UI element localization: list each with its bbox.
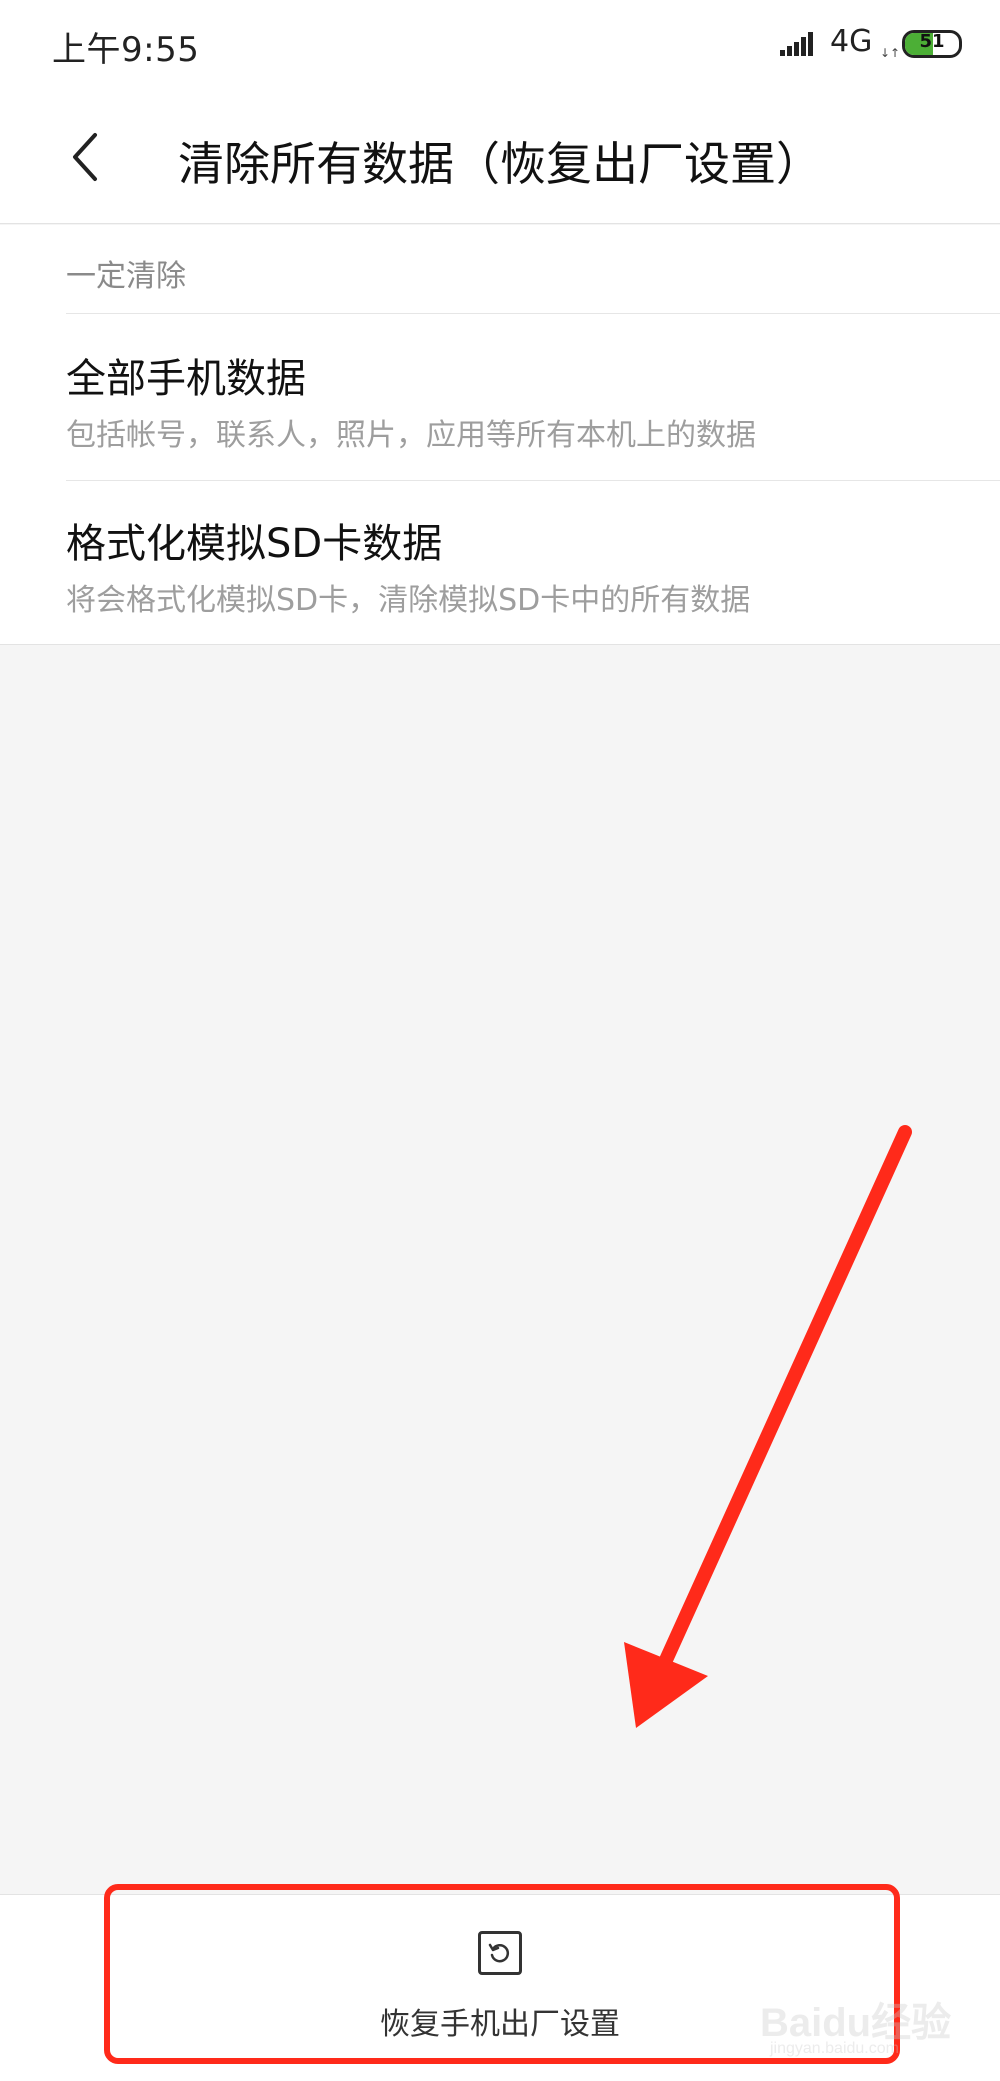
list-item-all-phone-data: 全部手机数据 包括帐号，联系人，照片，应用等所有本机上的数据 <box>0 314 1000 480</box>
battery-icon: 51 <box>902 30 962 58</box>
item-description: 将会格式化模拟SD卡，清除模拟SD卡中的所有数据 <box>66 583 751 618</box>
battery-level: 51 <box>919 31 945 52</box>
item-title: 格式化模拟SD卡数据 <box>66 521 443 567</box>
item-title: 全部手机数据 <box>66 356 306 402</box>
status-time: 上午9:55 <box>52 30 200 70</box>
item-description: 包括帐号，联系人，照片，应用等所有本机上的数据 <box>66 418 756 453</box>
status-bar: 上午9:55 4G ↓↑ 51 <box>0 0 1000 92</box>
watermark-subtext: jingyan.baidu.com <box>770 2040 899 2057</box>
network-activity-icon: ↓↑ <box>880 46 901 60</box>
list-item-format-sd-card: 格式化模拟SD卡数据 将会格式化模拟SD卡，清除模拟SD卡中的所有数据 <box>0 481 1000 647</box>
factory-reset-label: 恢复手机出厂设置 <box>380 2007 620 2042</box>
content-card: 一定清除 全部手机数据 包括帐号，联系人，照片，应用等所有本机上的数据 格式化模… <box>0 225 1000 645</box>
section-label: 一定清除 <box>66 259 186 294</box>
header: 清除所有数据（恢复出厂设置） <box>0 92 1000 224</box>
watermark-logo: Baidu经验 jingyan.baidu.com <box>760 1990 960 2070</box>
reset-icon <box>478 1931 522 1975</box>
network-type: 4G <box>830 24 873 59</box>
signal-icon <box>780 32 813 56</box>
page-title: 清除所有数据（恢复出厂设置） <box>178 137 822 191</box>
